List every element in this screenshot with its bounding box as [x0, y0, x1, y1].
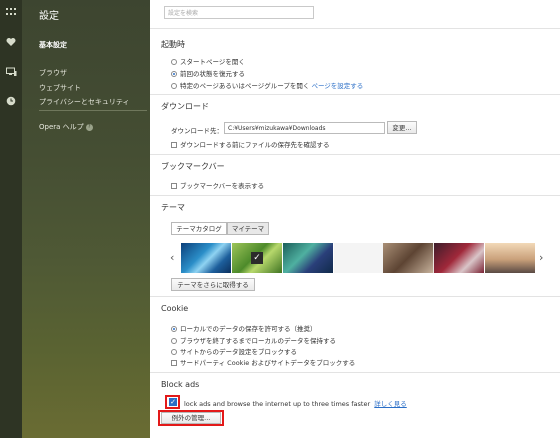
ask-before-download-checkbox[interactable]: ダウンロードする前にファイルの保存先を確認する: [171, 139, 330, 149]
bookmarks-heading: ブックマークバー: [161, 162, 225, 171]
radio-icon[interactable]: [171, 349, 177, 355]
theme-next-arrow-icon[interactable]: ›: [539, 251, 543, 264]
section-divider: [150, 195, 560, 196]
download-path-field[interactable]: C:¥Users¥mizukawa¥Downloads: [224, 122, 385, 134]
option-label: スタートページを開く: [180, 58, 245, 66]
theme-thumbnail-red[interactable]: [434, 243, 484, 273]
option-label: ローカルでのデータの保存を許可する（推奨）: [180, 325, 317, 333]
download-location-label: ダウンロード先：: [171, 127, 223, 135]
cookie-heading: Cookie: [161, 304, 189, 313]
radio-selected-icon[interactable]: [171, 71, 177, 77]
download-heading: ダウンロード: [161, 102, 209, 111]
search-input[interactable]: 設定を検索: [164, 6, 314, 19]
theme-thumbnail-blue[interactable]: [181, 243, 231, 273]
sidebar-divider: [39, 110, 147, 111]
section-divider: [150, 372, 560, 373]
heart-icon[interactable]: [5, 37, 17, 49]
get-more-themes-button[interactable]: テーマをさらに取得する: [171, 278, 255, 291]
blockads-heading: Block ads: [161, 380, 200, 389]
checkbox-icon[interactable]: [171, 183, 177, 189]
grid-icon[interactable]: [5, 7, 17, 19]
sidebar-item-browser[interactable]: ブラウザ: [39, 68, 67, 78]
checkbox-label: サードパーティ Cookie およびサイトデータをブロックする: [180, 359, 356, 367]
sidebar-item-help[interactable]: Opera ヘルプ?: [39, 122, 93, 132]
radio-icon[interactable]: [171, 338, 177, 344]
startup-heading: 起動時: [161, 40, 185, 49]
clock-icon[interactable]: [5, 96, 17, 108]
section-divider: [150, 94, 560, 95]
startup-option-restore[interactable]: 前回の状態を復元する: [171, 68, 245, 78]
theme-thumbnail-light[interactable]: [334, 243, 384, 273]
option-label: 前回の状態を復元する: [180, 70, 245, 78]
startup-option-start-page[interactable]: スタートページを開く: [171, 56, 245, 66]
settings-sidebar: 設定 基本設定 ブラウザ ウェブサイト プライバシーとセキュリティ Opera …: [22, 0, 150, 438]
theme-thumbnail-mountains[interactable]: [485, 243, 535, 273]
themes-heading: テーマ: [161, 203, 185, 212]
help-icon: ?: [85, 123, 93, 131]
blockads-label: lock ads and browse the internet up to t…: [184, 400, 371, 408]
help-label: Opera ヘルプ: [39, 123, 84, 131]
set-pages-link[interactable]: ページを設定する: [311, 82, 363, 90]
sidebar-title: 設定: [39, 11, 59, 22]
startup-option-specific[interactable]: 特定のページあるいはページグループを開く ページを設定する: [171, 80, 363, 90]
change-folder-button[interactable]: 変更...: [387, 121, 417, 134]
radio-icon[interactable]: [171, 59, 177, 65]
sidebar-item-basic[interactable]: 基本設定: [39, 40, 67, 50]
checkbox-icon[interactable]: [171, 360, 177, 366]
option-label: サイトからのデータ設定をブロックする: [180, 348, 297, 356]
theme-thumbnail-feather[interactable]: [283, 243, 333, 273]
option-label: ブラウザを終了するまでローカルのデータを保持する: [180, 337, 336, 345]
radio-icon[interactable]: [171, 83, 177, 89]
radio-selected-icon[interactable]: [171, 326, 177, 332]
learn-more-link[interactable]: 詳しく見る: [374, 400, 407, 408]
selected-check-icon: ✓: [251, 252, 263, 264]
section-divider: [150, 28, 560, 29]
section-divider: [150, 154, 560, 155]
icon-rail: [0, 0, 22, 438]
cookie-option-allow[interactable]: ローカルでのデータの保存を許可する（推奨）: [171, 323, 317, 333]
theme-thumbnail-leaf[interactable]: ✓: [232, 243, 282, 273]
blockads-label-row: lock ads and browse the internet up to t…: [184, 398, 407, 408]
manage-exceptions-button[interactable]: 例外の管理...: [161, 412, 221, 424]
settings-content: 設定を検索 起動時 スタートページを開く 前回の状態を復元する 特定のページある…: [150, 0, 560, 438]
cookie-option-session[interactable]: ブラウザを終了するまでローカルのデータを保持する: [171, 335, 336, 345]
sidebar-item-websites[interactable]: ウェブサイト: [39, 83, 81, 93]
theme-prev-arrow-icon[interactable]: ‹: [170, 251, 174, 264]
checkbox-icon[interactable]: [171, 142, 177, 148]
checkbox-label: ダウンロードする前にファイルの保存先を確認する: [180, 141, 330, 149]
show-bookmarks-checkbox[interactable]: ブックマークバーを表示する: [171, 180, 264, 190]
sidebar-item-privacy[interactable]: プライバシーとセキュリティ: [39, 97, 129, 107]
section-divider: [150, 296, 560, 297]
theme-thumbnail-cliff[interactable]: [383, 243, 433, 273]
blockads-checkbox[interactable]: ✓: [169, 398, 177, 406]
cookie-option-block[interactable]: サイトからのデータ設定をブロックする: [171, 346, 297, 356]
devices-icon[interactable]: [5, 67, 17, 79]
tab-theme-catalog[interactable]: テーマカタログ: [171, 222, 227, 235]
checkbox-label: ブックマークバーを表示する: [180, 182, 265, 190]
tab-my-themes[interactable]: マイテーマ: [227, 222, 269, 235]
option-label: 特定のページあるいはページグループを開く: [180, 82, 310, 90]
block-third-party-checkbox[interactable]: サードパーティ Cookie およびサイトデータをブロックする: [171, 357, 355, 367]
